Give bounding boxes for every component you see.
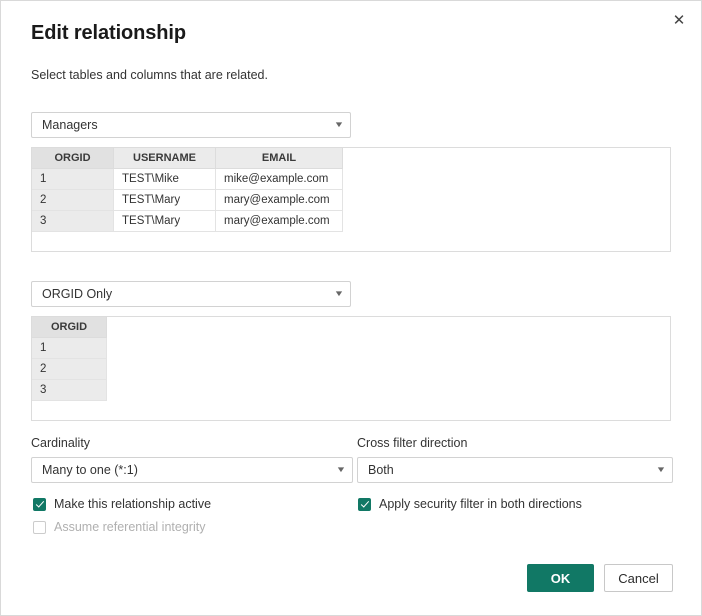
cell-email: mike@example.com [215,168,343,190]
table-row: 1 [32,337,107,359]
column-header-username[interactable]: USERNAME [113,148,216,169]
cell-orgid: 2 [32,189,114,211]
table-header-row: ORGID [32,317,107,338]
cardinality-select-value: Many to one (*:1) [42,463,138,477]
checkmark-icon [358,497,371,511]
cell-orgid: 1 [32,168,114,190]
cell-orgid: 2 [32,358,107,380]
cross-filter-direction-select[interactable]: Both ▼ [357,457,673,483]
table2-grid: ORGID 1 2 3 [32,317,107,401]
page-title: Edit relationship [31,22,186,44]
cell-username: TEST\Mary [113,189,216,211]
table-row: 2 [32,358,107,380]
chevron-down-icon: ▼ [333,289,345,298]
apply-security-filter-label: Apply security filter in both directions [379,497,582,511]
apply-security-filter-checkbox[interactable]: Apply security filter in both directions [358,497,582,511]
table2-select-value: ORGID Only [42,287,113,301]
table-row: 2 TEST\Mary mary@example.com [32,189,343,211]
cell-orgid: 3 [32,379,107,401]
table1-select-value: Managers [42,118,98,132]
dialog-subtitle: Select tables and columns that are relat… [31,68,268,82]
checkmark-icon [33,497,46,511]
make-relationship-active-label: Make this relationship active [54,497,212,511]
column-header-orgid[interactable]: ORGID [32,317,107,338]
make-relationship-active-checkbox[interactable]: Make this relationship active [33,497,211,511]
assume-referential-integrity-checkbox: Assume referential integrity [33,520,205,534]
cancel-button[interactable]: Cancel [604,564,673,592]
table-row: 1 TEST\Mike mike@example.com [32,168,343,190]
cardinality-label: Cardinality [31,436,91,450]
cell-username: TEST\Mike [113,168,216,190]
cross-filter-direction-label: Cross filter direction [357,436,468,450]
chevron-down-icon: ▼ [333,120,345,129]
cross-filter-direction-value: Both [368,463,394,477]
cell-orgid: 3 [32,210,114,232]
cardinality-select[interactable]: Many to one (*:1) ▼ [31,457,353,483]
edit-relationship-dialog: ✕ Edit relationship Select tables and co… [0,0,702,616]
table1-preview: ORGID USERNAME EMAIL 1 TEST\Mike mike@ex… [31,147,671,252]
assume-referential-integrity-label: Assume referential integrity [54,520,206,534]
cell-email: mary@example.com [215,210,343,232]
cell-email: mary@example.com [215,189,343,211]
table-header-row: ORGID USERNAME EMAIL [32,148,343,169]
table1-select[interactable]: Managers ▼ [31,112,351,138]
cell-username: TEST\Mary [113,210,216,232]
close-icon[interactable]: ✕ [659,3,699,37]
empty-checkbox-icon [33,520,46,534]
table1-grid: ORGID USERNAME EMAIL 1 TEST\Mike mike@ex… [32,148,343,232]
chevron-down-icon: ▼ [335,465,347,474]
table2-select[interactable]: ORGID Only ▼ [31,281,351,307]
column-header-orgid[interactable]: ORGID [32,148,114,169]
cell-orgid: 1 [32,337,107,359]
table-row: 3 TEST\Mary mary@example.com [32,210,343,232]
table2-preview: ORGID 1 2 3 [31,316,671,421]
table-row: 3 [32,379,107,401]
column-header-email[interactable]: EMAIL [215,148,343,169]
chevron-down-icon: ▼ [655,465,667,474]
ok-button[interactable]: OK [527,564,594,592]
